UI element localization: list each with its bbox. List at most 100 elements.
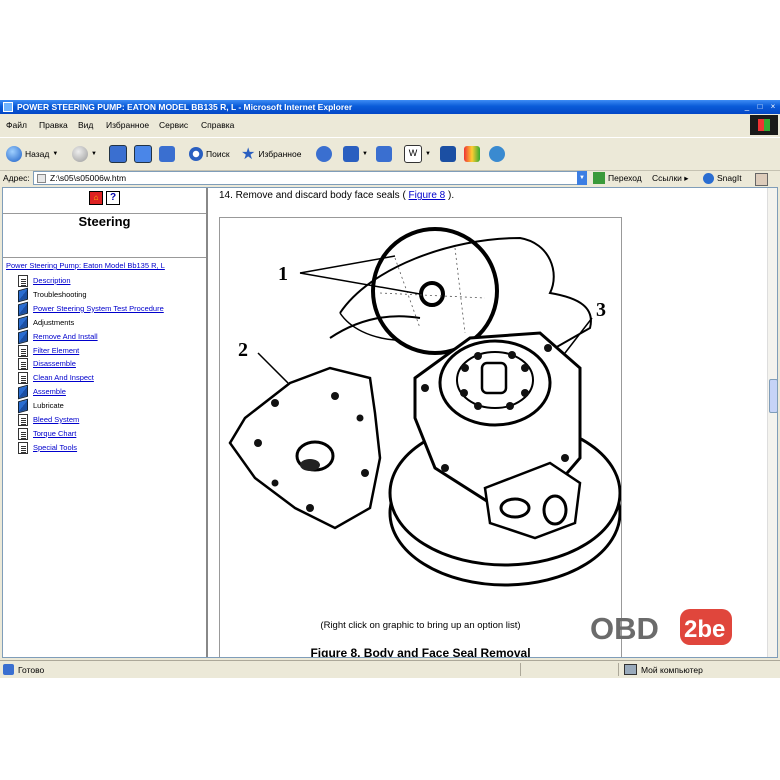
- nav-item-label[interactable]: Clean And Inspect: [33, 373, 94, 382]
- nav-item-label[interactable]: Special Tools: [33, 443, 77, 452]
- scrollbar-thumb[interactable]: [769, 379, 777, 413]
- watermark-text-1: OBD: [590, 611, 659, 646]
- toolbar: Назад ▼ ▼ Поиск ★ Избранное ▼ W ▼: [0, 137, 780, 171]
- nav-item-label[interactable]: Torque Chart: [33, 429, 76, 438]
- nav-item[interactable]: Remove And Install: [18, 329, 208, 345]
- nav-item-label[interactable]: Bleed System: [33, 415, 79, 424]
- history-button[interactable]: ▼: [343, 145, 368, 163]
- chevron-down-icon: ▼: [52, 151, 59, 157]
- snagit-icon: [703, 173, 714, 184]
- nav-item[interactable]: Assemble: [18, 384, 208, 400]
- status-zone: Мой компьютер: [624, 664, 703, 675]
- messenger-button[interactable]: [464, 145, 480, 163]
- stop-button[interactable]: [109, 145, 127, 163]
- go-button[interactable]: Переход: [593, 172, 642, 184]
- page-icon: [18, 358, 28, 371]
- discuss-button[interactable]: [440, 145, 456, 163]
- star-icon: ★: [241, 146, 256, 163]
- home-button[interactable]: [159, 145, 175, 163]
- book-icon: [18, 398, 28, 414]
- nav-item-label[interactable]: Filter Element: [33, 346, 79, 355]
- edit-button[interactable]: W ▼: [404, 145, 431, 163]
- book-icon: [18, 301, 28, 317]
- nav-item-label[interactable]: Assemble: [33, 387, 66, 396]
- page-icon: [18, 427, 28, 440]
- browser-window: POWER STEERING PUMP: EATON MODEL BB135 R…: [0, 100, 780, 678]
- status-right-text: Мой компьютер: [641, 664, 703, 675]
- nav-item-label[interactable]: Power Steering System Test Procedure: [33, 304, 164, 313]
- figure-link[interactable]: Figure 8: [409, 190, 446, 201]
- go-label: Переход: [608, 173, 642, 183]
- watermark-text-2: 2be: [684, 616, 725, 643]
- nav-item-label[interactable]: Disassemble: [33, 359, 76, 368]
- status-divider: [520, 663, 521, 676]
- search-icon: [189, 147, 203, 161]
- nav-item-label: Troubleshooting: [33, 289, 87, 299]
- navigation-frame: ⌂ ? Steering Power Steering Pump: Eaton …: [3, 188, 208, 657]
- back-button[interactable]: Назад ▼: [6, 145, 58, 163]
- window-title: POWER STEERING PUMP: EATON MODEL BB135 R…: [17, 102, 353, 112]
- watermark-logo: OBD 2be: [590, 609, 732, 646]
- home-icon[interactable]: ⌂: [89, 191, 103, 205]
- page-icon: [37, 174, 46, 183]
- media-button[interactable]: [316, 145, 332, 163]
- chevron-down-icon: ▼: [425, 151, 431, 157]
- refresh-button[interactable]: [134, 145, 152, 163]
- figure-title: Figure 8. Body and Face Seal Removal: [310, 646, 531, 658]
- callout-3: 3: [596, 299, 606, 321]
- book-icon: [18, 329, 28, 344]
- menu-file[interactable]: Файл: [6, 120, 27, 130]
- address-dropdown-button[interactable]: ▼: [577, 171, 587, 185]
- discuss-icon: [440, 146, 456, 162]
- capture-icon[interactable]: [754, 173, 768, 186]
- nav-item[interactable]: Filter Element: [18, 344, 208, 359]
- nav-item[interactable]: Power Steering System Test Procedure: [18, 301, 208, 317]
- back-arrow-icon: [6, 146, 22, 162]
- address-bar: Адрес: Z:\s05\s05006w.htm ▼ Переход Ссыл…: [0, 170, 780, 187]
- figure-frame[interactable]: 1 2 3 (Right click on graphic to bring u…: [219, 217, 622, 658]
- title-bar[interactable]: POWER STEERING PUMP: EATON MODEL BB135 R…: [0, 100, 780, 114]
- home-icon: [159, 146, 175, 162]
- help-button[interactable]: ?: [106, 191, 120, 205]
- nav-item-label: Lubricate: [33, 401, 64, 411]
- links-button[interactable]: Ссылки ▸: [652, 173, 689, 184]
- nav-item[interactable]: Special Tools: [18, 441, 208, 456]
- vertical-scrollbar[interactable]: [767, 188, 777, 657]
- nav-item[interactable]: Description: [18, 275, 208, 289]
- nav-item[interactable]: Disassemble: [18, 358, 208, 372]
- chevron-down-icon: ▼: [362, 151, 368, 157]
- minimize-button[interactable]: _: [742, 102, 752, 112]
- page-icon: [18, 441, 28, 454]
- search-label: Поиск: [206, 149, 230, 159]
- page-icon: [18, 414, 28, 426]
- menu-edit[interactable]: Правка: [39, 120, 68, 130]
- favorites-button[interactable]: ★ Избранное: [241, 145, 301, 163]
- ie-icon: [3, 102, 13, 112]
- address-input[interactable]: Z:\s05\s05006w.htm: [33, 171, 586, 185]
- forward-button[interactable]: ▼: [72, 145, 97, 163]
- page-icon: [18, 372, 28, 385]
- snagit-button[interactable]: SnagIt: [703, 173, 768, 186]
- page-icon: [18, 344, 28, 357]
- snagit-label: SnagIt: [717, 173, 742, 183]
- tree-root-link[interactable]: Power Steering Pump: Eaton Model Bb135 R…: [6, 261, 165, 270]
- mail-button[interactable]: [376, 145, 392, 163]
- menu-favorites[interactable]: Избранное: [106, 120, 149, 130]
- close-button[interactable]: ×: [768, 102, 778, 112]
- nav-item[interactable]: Clean And Inspect: [18, 372, 208, 386]
- maximize-button[interactable]: □: [755, 102, 765, 112]
- menu-tools[interactable]: Сервис: [159, 120, 188, 130]
- nav-item[interactable]: Bleed System: [18, 414, 208, 428]
- pump-illustration[interactable]: 1 2 3: [220, 218, 621, 618]
- section-title: Steering: [78, 214, 131, 229]
- nav-item[interactable]: Torque Chart: [18, 427, 208, 442]
- nav-item-label[interactable]: Description: [33, 276, 71, 285]
- figure-caption: (Right click on graphic to bring up an o…: [320, 620, 521, 631]
- stop-icon: [109, 145, 127, 163]
- favorites-label: Избранное: [258, 149, 302, 159]
- search-button[interactable]: Поиск: [189, 145, 230, 163]
- nav-item-label[interactable]: Remove And Install: [33, 332, 98, 341]
- menu-view[interactable]: Вид: [78, 120, 93, 130]
- menu-help[interactable]: Справка: [201, 120, 234, 130]
- research-button[interactable]: [489, 145, 505, 163]
